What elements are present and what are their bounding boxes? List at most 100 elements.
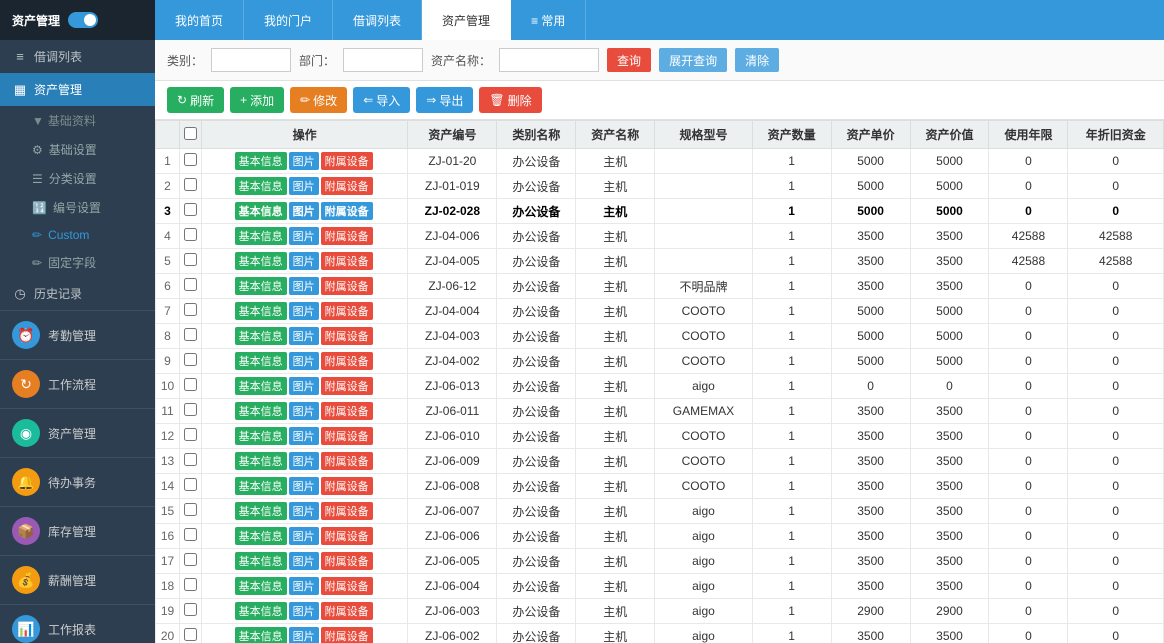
- operation-tag[interactable]: 附属设备: [321, 477, 373, 495]
- import-button[interactable]: ⇐ 导入: [353, 87, 410, 113]
- row-checkbox[interactable]: [184, 153, 197, 166]
- row-checkbox-cell[interactable]: [180, 274, 202, 299]
- row-checkbox-cell[interactable]: [180, 549, 202, 574]
- sidebar-sub-code-settings[interactable]: 🔢 编号设置: [20, 193, 155, 222]
- row-checkbox-cell[interactable]: [180, 349, 202, 374]
- row-operations[interactable]: 基本信息图片附属设备: [202, 274, 408, 299]
- operation-tag[interactable]: 基本信息: [235, 202, 287, 220]
- sidebar-item-history[interactable]: ◷ 历史记录: [0, 277, 155, 310]
- operation-tag[interactable]: 基本信息: [235, 477, 287, 495]
- operation-tag[interactable]: 图片: [289, 202, 319, 220]
- nav-asset-mgmt[interactable]: 资产管理: [422, 0, 511, 40]
- row-operations[interactable]: 基本信息图片附属设备: [202, 324, 408, 349]
- operation-tag[interactable]: 附属设备: [321, 277, 373, 295]
- query-button[interactable]: 查询: [607, 48, 651, 72]
- operation-tag[interactable]: 附属设备: [321, 227, 373, 245]
- row-checkbox[interactable]: [184, 278, 197, 291]
- operation-tag[interactable]: 附属设备: [321, 452, 373, 470]
- row-checkbox[interactable]: [184, 378, 197, 391]
- operation-tag[interactable]: 基本信息: [235, 302, 287, 320]
- sidebar-sub-fixed-fields[interactable]: ✏ 固定字段: [20, 248, 155, 277]
- row-checkbox-cell[interactable]: [180, 624, 202, 643]
- sidebar-item-asset-mgmt[interactable]: ▦ 资产管理: [0, 73, 155, 106]
- delete-button[interactable]: 🗑 删除: [479, 87, 541, 113]
- row-checkbox[interactable]: [184, 503, 197, 516]
- operation-tag[interactable]: 附属设备: [321, 302, 373, 320]
- row-operations[interactable]: 基本信息图片附属设备: [202, 549, 408, 574]
- row-operations[interactable]: 基本信息图片附属设备: [202, 499, 408, 524]
- row-operations[interactable]: 基本信息图片附属设备: [202, 149, 408, 174]
- row-checkbox[interactable]: [184, 428, 197, 441]
- operation-tag[interactable]: 附属设备: [321, 377, 373, 395]
- sidebar-item-borrow-list[interactable]: ≡ 借调列表: [0, 40, 155, 73]
- row-checkbox[interactable]: [184, 453, 197, 466]
- row-operations[interactable]: 基本信息图片附属设备: [202, 449, 408, 474]
- operation-tag[interactable]: 附属设备: [321, 177, 373, 195]
- operation-tag[interactable]: 图片: [289, 452, 319, 470]
- row-operations[interactable]: 基本信息图片附属设备: [202, 524, 408, 549]
- operation-tag[interactable]: 图片: [289, 302, 319, 320]
- nav-my-portal[interactable]: 我的门户: [244, 0, 333, 40]
- row-checkbox-cell[interactable]: [180, 574, 202, 599]
- operation-tag[interactable]: 基本信息: [235, 552, 287, 570]
- nav-common[interactable]: ≡ 常用: [511, 0, 586, 40]
- row-operations[interactable]: 基本信息图片附属设备: [202, 574, 408, 599]
- row-checkbox[interactable]: [184, 528, 197, 541]
- sidebar-sub-basic-settings[interactable]: ⚙ 基础设置: [20, 135, 155, 164]
- row-checkbox-cell[interactable]: [180, 199, 202, 224]
- operation-tag[interactable]: 图片: [289, 627, 319, 643]
- row-checkbox[interactable]: [184, 403, 197, 416]
- sidebar-salary-header[interactable]: 💰 薪酬管理: [0, 556, 155, 604]
- row-checkbox[interactable]: [184, 553, 197, 566]
- row-operations[interactable]: 基本信息图片附属设备: [202, 224, 408, 249]
- row-operations[interactable]: 基本信息图片附属设备: [202, 399, 408, 424]
- operation-tag[interactable]: 基本信息: [235, 402, 287, 420]
- operation-tag[interactable]: 图片: [289, 327, 319, 345]
- row-operations[interactable]: 基本信息图片附属设备: [202, 624, 408, 643]
- operation-tag[interactable]: 附属设备: [321, 527, 373, 545]
- row-checkbox-cell[interactable]: [180, 524, 202, 549]
- select-all-checkbox[interactable]: [184, 127, 197, 140]
- row-operations[interactable]: 基本信息图片附属设备: [202, 374, 408, 399]
- operation-tag[interactable]: 图片: [289, 227, 319, 245]
- sidebar-sub-category-settings[interactable]: ☰ 分类设置: [20, 164, 155, 193]
- row-checkbox-cell[interactable]: [180, 424, 202, 449]
- row-operations[interactable]: 基本信息图片附属设备: [202, 249, 408, 274]
- add-button[interactable]: + 添加: [230, 87, 284, 113]
- header-checkbox[interactable]: [180, 121, 202, 149]
- row-operations[interactable]: 基本信息图片附属设备: [202, 424, 408, 449]
- operation-tag[interactable]: 图片: [289, 377, 319, 395]
- row-checkbox[interactable]: [184, 328, 197, 341]
- operation-tag[interactable]: 基本信息: [235, 252, 287, 270]
- row-checkbox-cell[interactable]: [180, 599, 202, 624]
- operation-tag[interactable]: 图片: [289, 477, 319, 495]
- operation-tag[interactable]: 附属设备: [321, 552, 373, 570]
- sidebar-workflow-header[interactable]: ↻ 工作流程: [0, 360, 155, 408]
- operation-tag[interactable]: 附属设备: [321, 577, 373, 595]
- operation-tag[interactable]: 基本信息: [235, 502, 287, 520]
- nav-borrow-list[interactable]: 借调列表: [333, 0, 422, 40]
- edit-button[interactable]: ✏ 修改: [290, 87, 347, 113]
- row-operations[interactable]: 基本信息图片附属设备: [202, 474, 408, 499]
- operation-tag[interactable]: 图片: [289, 602, 319, 620]
- export-button[interactable]: ⇒ 导出: [416, 87, 473, 113]
- row-checkbox[interactable]: [184, 353, 197, 366]
- asset-name-input[interactable]: [499, 48, 599, 72]
- row-checkbox-cell[interactable]: [180, 374, 202, 399]
- row-checkbox-cell[interactable]: [180, 324, 202, 349]
- operation-tag[interactable]: 基本信息: [235, 627, 287, 643]
- operation-tag[interactable]: 基本信息: [235, 327, 287, 345]
- operation-tag[interactable]: 图片: [289, 527, 319, 545]
- operation-tag[interactable]: 基本信息: [235, 377, 287, 395]
- operation-tag[interactable]: 图片: [289, 152, 319, 170]
- operation-tag[interactable]: 图片: [289, 552, 319, 570]
- row-checkbox-cell[interactable]: [180, 299, 202, 324]
- expand-query-button[interactable]: 展开查询: [659, 48, 727, 72]
- operation-tag[interactable]: 附属设备: [321, 352, 373, 370]
- sidebar-inventory-header[interactable]: 📦 库存管理: [0, 507, 155, 555]
- row-checkbox[interactable]: [184, 478, 197, 491]
- row-checkbox[interactable]: [184, 303, 197, 316]
- row-checkbox-cell[interactable]: [180, 399, 202, 424]
- operation-tag[interactable]: 图片: [289, 177, 319, 195]
- row-operations[interactable]: 基本信息图片附属设备: [202, 299, 408, 324]
